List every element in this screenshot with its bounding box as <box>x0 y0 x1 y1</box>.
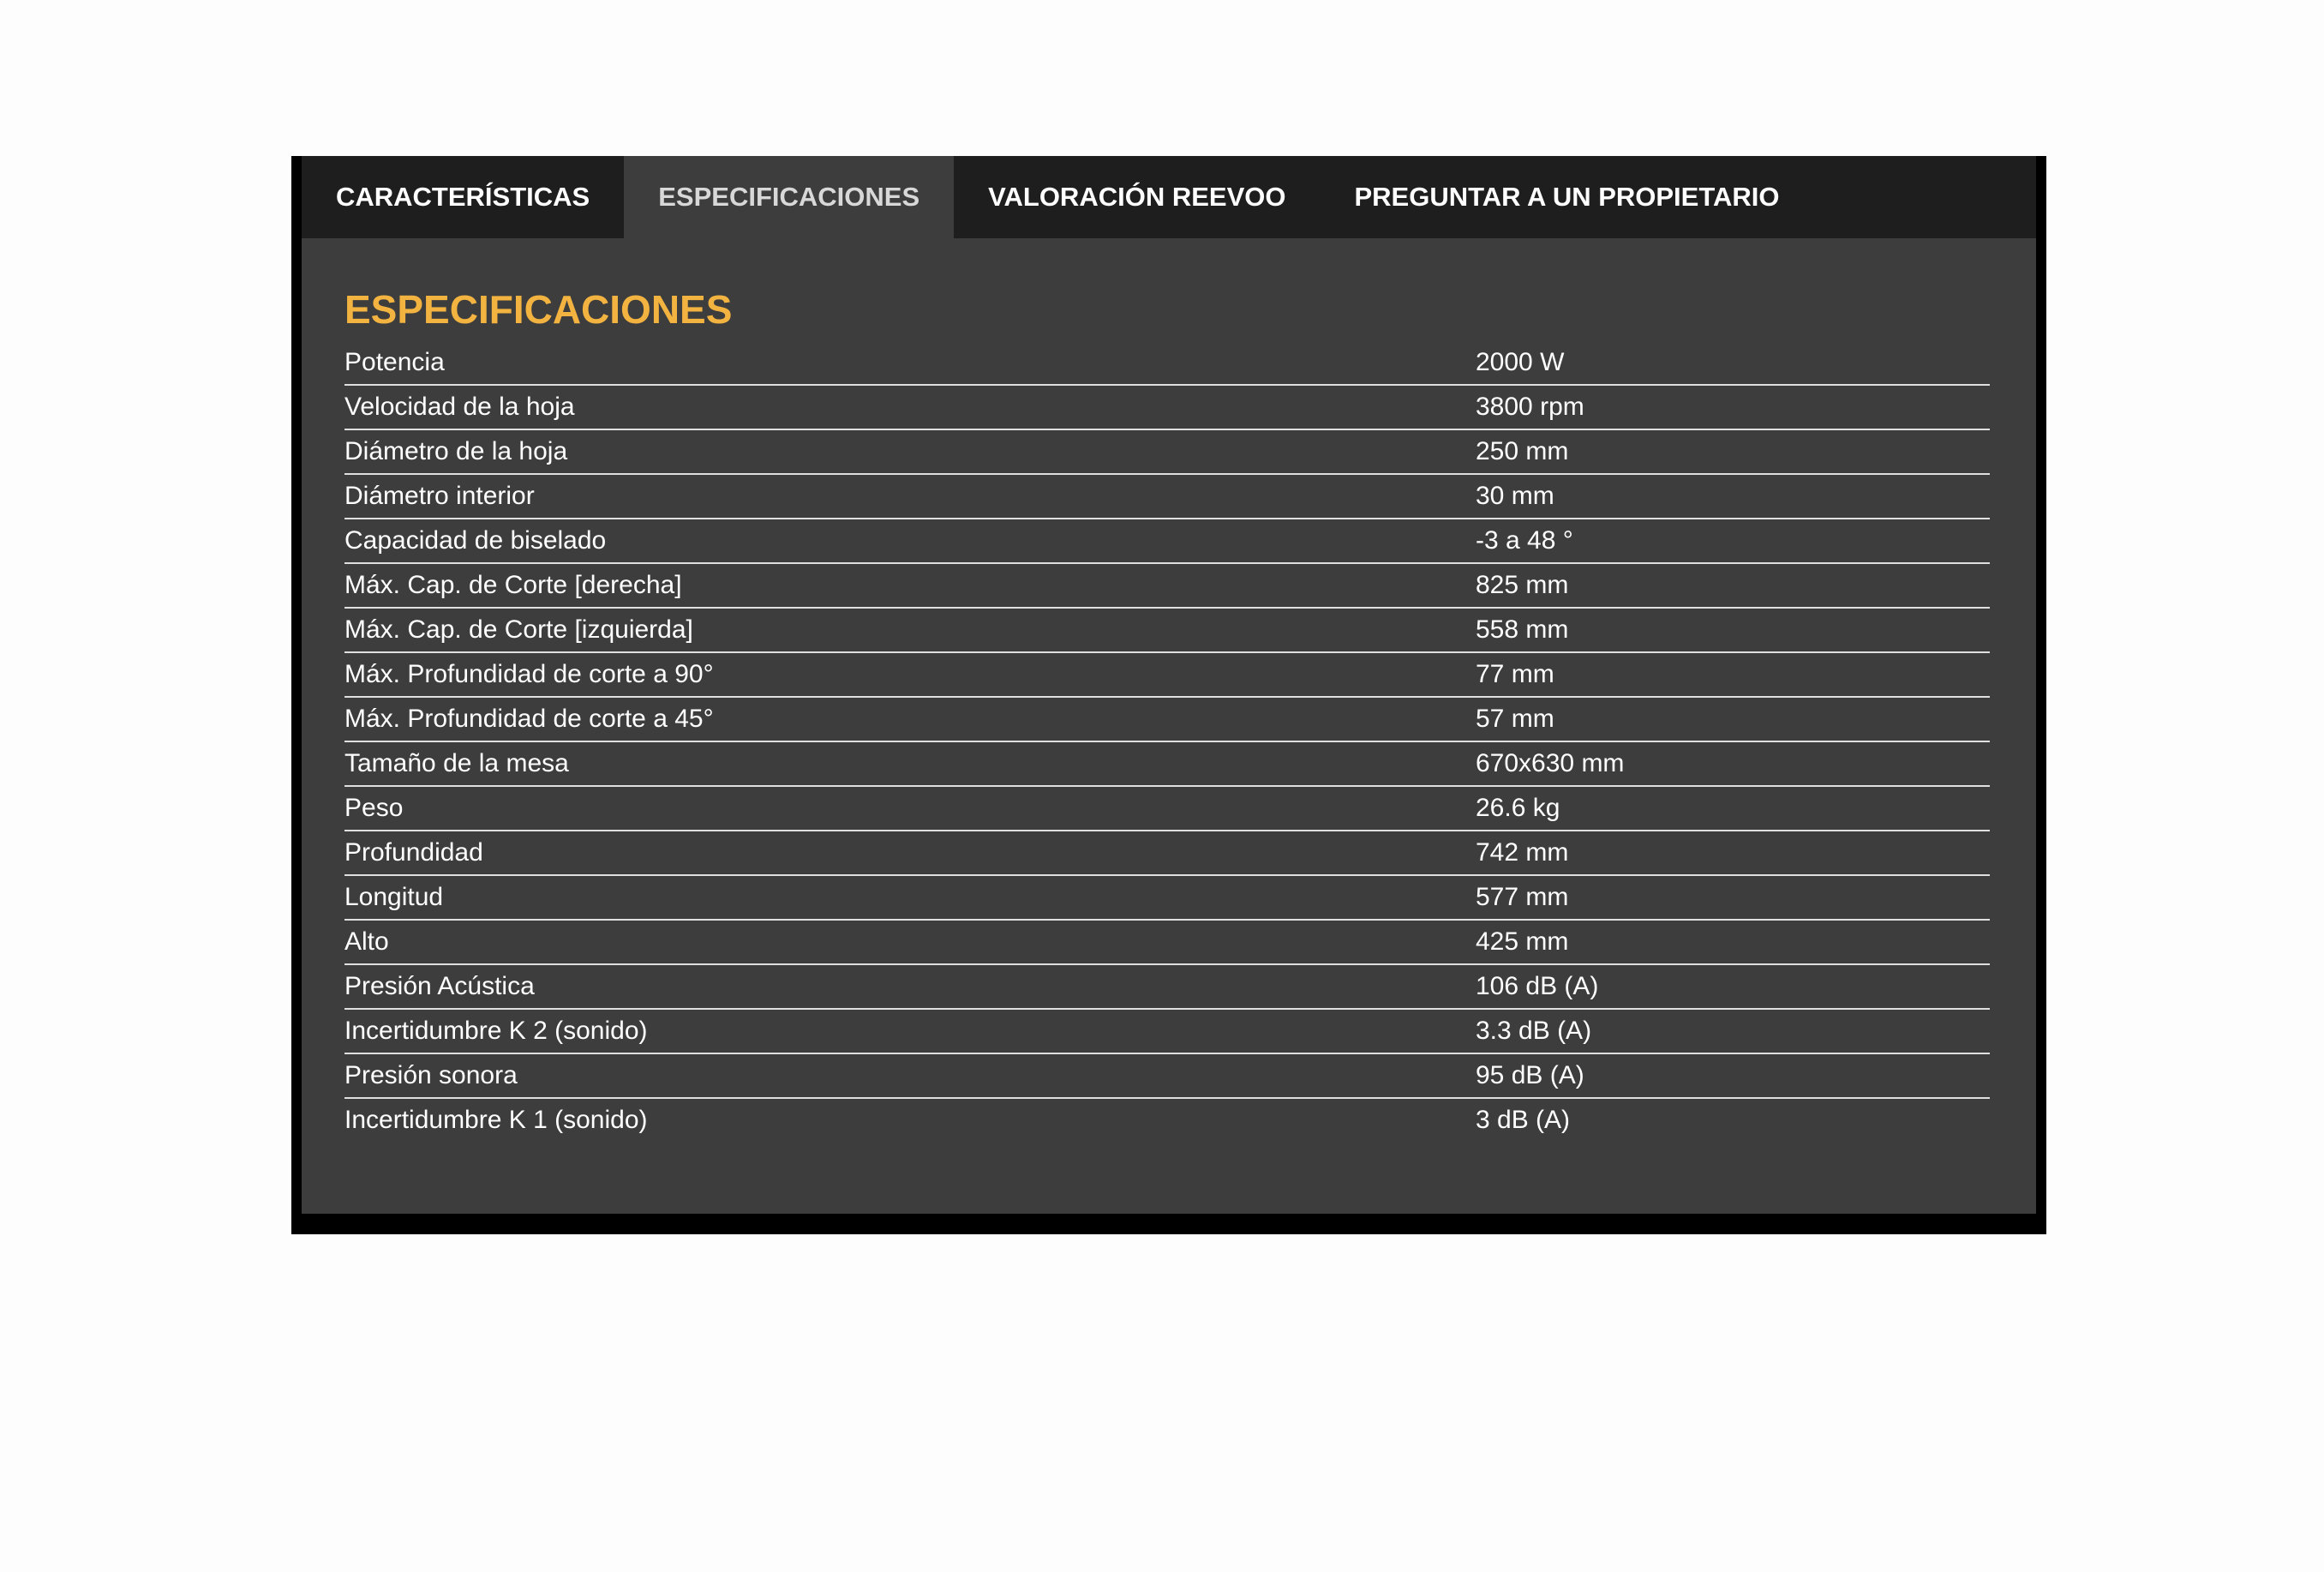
spec-value: 3.3 dB (A) <box>1476 1009 1990 1054</box>
spec-row: Máx. Cap. de Corte [derecha] 825 mm <box>344 563 1990 609</box>
spec-value: 3 dB (A) <box>1476 1106 1571 1134</box>
spec-label: Longitud <box>344 875 1476 921</box>
spec-label: Alto <box>344 920 1476 965</box>
spec-label: Diámetro de la hoja <box>344 429 1476 475</box>
spec-label: Incertidumbre K 1 (sonido) <box>344 1106 648 1134</box>
spec-label: Máx. Profundidad de corte a 90° <box>344 652 1476 698</box>
spec-row: Incertidumbre K 2 (sonido) 3.3 dB (A) <box>344 1009 1990 1054</box>
spec-row: Potencia 2000 W <box>344 341 1990 386</box>
spec-value: 106 dB (A) <box>1476 964 1990 1010</box>
spec-label: Tamaño de la mesa <box>344 741 1476 787</box>
spec-value: -3 a 48 ° <box>1476 519 1990 564</box>
spec-label: Velocidad de la hoja <box>344 385 1476 430</box>
spec-label: Diámetro interior <box>344 474 1476 519</box>
tab-especificaciones[interactable]: ESPECIFICACIONES <box>624 156 955 238</box>
spec-value: 825 mm <box>1476 563 1990 609</box>
spec-row: Máx. Cap. de Corte [izquierda] 558 mm <box>344 608 1990 653</box>
spec-row: Capacidad de biselado -3 a 48 ° <box>344 519 1990 564</box>
specifications-panel: ESPECIFICACIONES Potencia 2000 W Velocidad… <box>302 238 2036 1214</box>
spec-row: Máx. Profundidad de corte a 90° 77 mm <box>344 652 1990 698</box>
spec-row: Presión sonora 95 dB (A) <box>344 1053 1990 1099</box>
spec-value: 577 mm <box>1476 875 1990 921</box>
spec-value: 95 dB (A) <box>1476 1053 1990 1099</box>
spec-label: Máx. Cap. de Corte [izquierda] <box>344 608 1476 653</box>
spec-row: Alto 425 mm <box>344 920 1990 965</box>
spec-value: 250 mm <box>1476 429 1990 475</box>
spec-value: 2000 W <box>1476 341 1990 386</box>
spec-value: 742 mm <box>1476 831 1990 876</box>
spec-row: Diámetro interior 30 mm <box>344 474 1990 519</box>
spec-value: 425 mm <box>1476 920 1990 965</box>
spec-value: 26.6 kg <box>1476 786 1990 831</box>
spec-value: 77 mm <box>1476 652 1990 698</box>
spec-row: Longitud 577 mm <box>344 875 1990 921</box>
spec-label: Presión Acústica <box>344 964 1476 1010</box>
spec-label: Máx. Cap. de Corte [derecha] <box>344 563 1476 609</box>
spec-label: Profundidad <box>344 831 1476 876</box>
spec-value: 30 mm <box>1476 474 1990 519</box>
spec-label: Máx. Profundidad de corte a 45° <box>344 697 1476 742</box>
spec-row: Diámetro de la hoja 250 mm <box>344 429 1990 475</box>
spec-row: Máx. Profundidad de corte a 45° 57 mm <box>344 697 1990 742</box>
tab-preguntar-propietario[interactable]: PREGUNTAR A UN PROPIETARIO <box>1320 156 1813 238</box>
spec-row: Velocidad de la hoja 3800 rpm <box>344 385 1990 430</box>
spec-table: Potencia 2000 W Velocidad de la hoja 3800 r… <box>344 341 1990 1142</box>
spec-value: 558 mm <box>1476 608 1990 653</box>
spec-row: Incertidumbre K 1 (sonido) 3 dB (A) <box>344 1098 1990 1142</box>
spec-row: Tamaño de la mesa 670x630 mm <box>344 741 1990 787</box>
spec-value: 3800 rpm <box>1476 385 1990 430</box>
spec-label: Presión sonora <box>344 1053 1476 1099</box>
spec-row: Profundidad 742 mm <box>344 831 1990 876</box>
spec-value: 670x630 mm <box>1476 741 1990 787</box>
spec-value: 57 mm <box>1476 697 1990 742</box>
spec-label: Capacidad de biselado <box>344 519 1476 564</box>
spec-row: Peso 26.6 kg <box>344 786 1990 831</box>
spec-tabs-widget: CARACTERÍSTICAS ESPECIFICACIONES VALORAC… <box>291 156 2046 1234</box>
tab-valoracion-reevoo[interactable]: VALORACIÓN REEVOO <box>954 156 1320 238</box>
tab-caracteristicas[interactable]: CARACTERÍSTICAS <box>302 156 624 238</box>
spec-label: Peso <box>344 786 1476 831</box>
spec-label: Incertidumbre K 2 (sonido) <box>344 1009 1476 1054</box>
tab-bar: CARACTERÍSTICAS ESPECIFICACIONES VALORAC… <box>302 156 2036 238</box>
panel-title: ESPECIFICACIONES <box>344 287 733 332</box>
spec-row: Presión Acústica 106 dB (A) <box>344 964 1990 1010</box>
spec-label: Potencia <box>344 341 1476 386</box>
